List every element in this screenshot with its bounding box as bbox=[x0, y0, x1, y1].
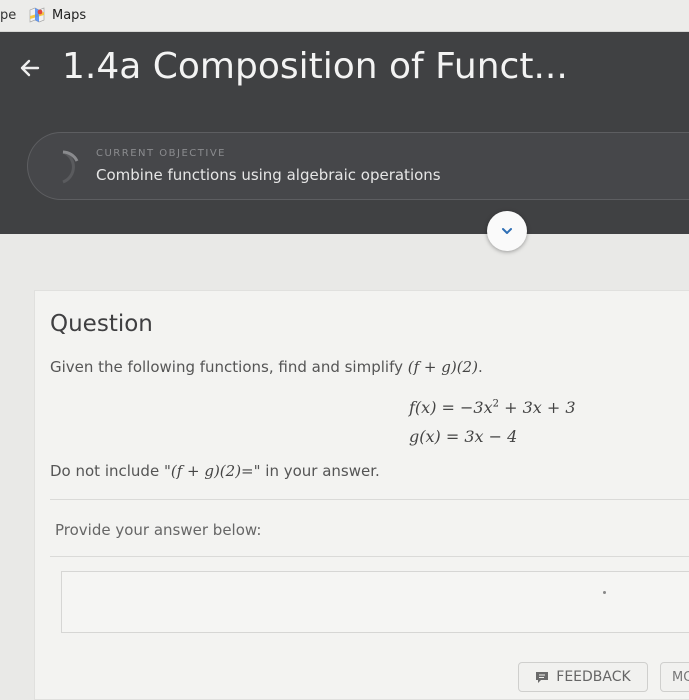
more-button[interactable]: MORE bbox=[660, 662, 689, 692]
page-header: 1.4a Composition of Funct... CURRENT OBJ… bbox=[0, 32, 689, 234]
bookmark-maps[interactable]: Maps bbox=[28, 6, 86, 24]
question-heading: Question bbox=[50, 311, 153, 337]
question-prompt: Given the following functions, find and … bbox=[50, 358, 483, 376]
objective-progress-icon bbox=[62, 150, 79, 184]
answer-input[interactable] bbox=[61, 571, 689, 633]
note-text-end: " in your answer. bbox=[253, 462, 380, 480]
objective-label: CURRENT OBJECTIVE bbox=[96, 148, 226, 159]
function-g: g(x) = 3x − 4 bbox=[409, 427, 517, 446]
bookmark-item-partial[interactable]: pe bbox=[0, 8, 16, 23]
more-label: MORE bbox=[672, 670, 689, 685]
feedback-icon bbox=[536, 671, 549, 683]
prompt-end: . bbox=[477, 358, 483, 376]
function-f-lhs: f(x) = −3x bbox=[409, 398, 493, 417]
prompt-math: (f + g)(2) bbox=[407, 358, 478, 376]
maps-icon bbox=[29, 7, 45, 23]
objective-text: Combine functions using algebraic operat… bbox=[96, 166, 441, 184]
note-math: (f + g)(2)= bbox=[170, 462, 254, 480]
feedback-button[interactable]: FEEDBACK bbox=[518, 662, 648, 692]
function-f: f(x) = −3x2 + 3x + 3 bbox=[409, 398, 576, 417]
chevron-down-icon bbox=[502, 228, 512, 234]
divider bbox=[50, 556, 689, 557]
answer-label: Provide your answer below: bbox=[55, 521, 262, 539]
function-f-rhs: + 3x + 3 bbox=[499, 398, 576, 417]
prompt-text: Given the following functions, find and … bbox=[50, 358, 408, 376]
feedback-label: FEEDBACK bbox=[556, 669, 631, 685]
answer-instruction: Do not include "(f + g)(2)=" in your ans… bbox=[50, 462, 380, 480]
bookmark-maps-label: Maps bbox=[52, 7, 87, 23]
current-objective-panel: CURRENT OBJECTIVE Combine functions usin… bbox=[27, 132, 689, 200]
page-title: 1.4a Composition of Funct... bbox=[62, 46, 568, 87]
divider bbox=[50, 499, 689, 500]
back-arrow-icon[interactable] bbox=[14, 52, 46, 84]
function-g-text: g(x) = 3x − 4 bbox=[409, 427, 518, 446]
expand-objective-button[interactable] bbox=[487, 211, 527, 251]
question-card: Question Given the following functions, … bbox=[34, 290, 689, 700]
bookmarks-bar: pe Maps bbox=[0, 0, 689, 32]
note-text-start: Do not include " bbox=[50, 462, 171, 480]
cursor-dot bbox=[603, 591, 606, 594]
